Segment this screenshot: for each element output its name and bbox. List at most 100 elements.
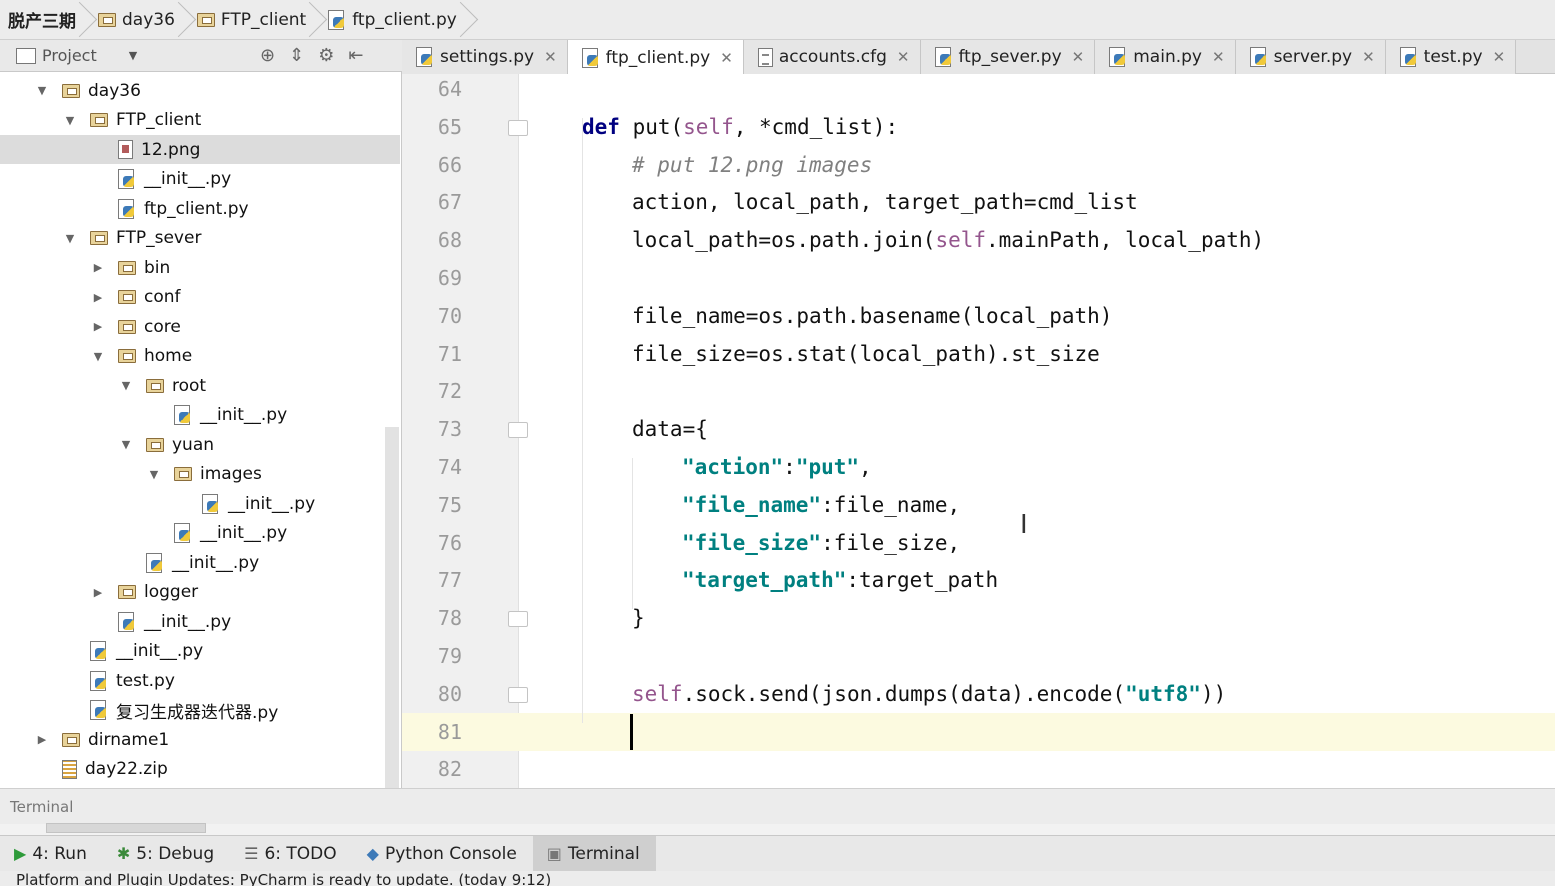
code-line[interactable]: 73 [402, 410, 1555, 448]
tree-node[interactable]: ftp_client.py [90, 194, 249, 223]
editor-tab[interactable]: ftp_sever.py ✕ [920, 40, 1096, 74]
tree-node[interactable]: day22.zip [34, 755, 168, 784]
close-tab-icon[interactable]: ✕ [897, 48, 910, 66]
tree-node[interactable]: __init__.py [146, 401, 287, 430]
code-editor[interactable]: 64 65 def put(self, *cmd_list): 66 # put 12.… [402, 74, 1555, 788]
tree-node-label: __init__.py [200, 405, 288, 425]
collapsed-arrow-icon[interactable]: ▶ [34, 733, 50, 746]
fold-marker-icon[interactable] [508, 422, 528, 439]
tool-window-button[interactable]: ☰ 6: TODO [230, 836, 353, 872]
project-view-selector[interactable]: Project ▼ [0, 46, 160, 65]
project-toolbar: ⊕ ⇕ ⚙ ⇤ [260, 45, 363, 66]
code-line[interactable]: 74 [402, 448, 1555, 486]
breadcrumb-item-ftp-client[interactable]: FTP_client [185, 0, 316, 40]
tree-node-label: __init__.py [172, 552, 260, 573]
close-tab-icon[interactable]: ✕ [1072, 48, 1085, 66]
code-line[interactable]: 76 [402, 524, 1555, 562]
code-line[interactable]: 66 [402, 146, 1555, 184]
tree-node[interactable]: ▼ FTP_client [62, 106, 202, 135]
collapse-all-icon[interactable]: ⇕ [289, 45, 304, 66]
tree-node[interactable]: ▶ core [90, 312, 181, 341]
terminal-scrollbar[interactable] [46, 823, 206, 833]
locate-icon[interactable]: ⊕ [260, 45, 275, 66]
close-tab-icon[interactable]: ✕ [1493, 48, 1506, 66]
dropdown-caret-icon: ▼ [128, 49, 138, 62]
close-tab-icon[interactable]: ✕ [1212, 48, 1225, 66]
tree-scrollbar[interactable] [385, 427, 399, 788]
tree-node[interactable]: ▼ yuan [118, 430, 214, 459]
expanded-arrow-icon[interactable]: ▼ [62, 232, 78, 245]
close-tab-icon[interactable]: ✕ [1362, 48, 1375, 66]
editor-tab[interactable]: server.py ✕ [1235, 40, 1386, 74]
close-tab-icon[interactable]: ✕ [544, 48, 557, 66]
breadcrumb-item-day36[interactable]: day36 [86, 0, 185, 40]
python-file-icon [1249, 47, 1268, 67]
tree-node[interactable]: __init__.py [62, 637, 203, 666]
tab-label: server.py [1273, 47, 1353, 67]
gear-icon[interactable]: ⚙ [318, 45, 334, 66]
tree-node[interactable]: __init__.py [90, 607, 231, 636]
editor-tab[interactable]: ftp_client.py ✕ [567, 40, 744, 75]
tool-window-button[interactable]: ◆ Python Console [353, 836, 533, 872]
code-line[interactable]: 81 [402, 712, 1555, 751]
line-number: 80 [437, 681, 462, 706]
tree-node[interactable]: __init__.py [174, 489, 315, 518]
editor-tab[interactable]: accounts.cfg ✕ [743, 40, 921, 74]
breadcrumb-item-file[interactable]: ftp_client.py [316, 0, 467, 40]
collapsed-arrow-icon[interactable]: ▶ [90, 261, 106, 274]
folder-icon [118, 260, 136, 275]
expanded-arrow-icon[interactable]: ▼ [146, 468, 162, 481]
code-token: :file_name, [821, 492, 961, 517]
status-bar: Platform and Plugin Updates: PyCharm is … [0, 871, 1555, 886]
hide-panel-icon[interactable]: ⇤ [348, 45, 363, 66]
tree-node[interactable]: __init__.py [118, 548, 259, 577]
tree-node[interactable]: test.py [62, 666, 175, 695]
tree-node-label: test.py [116, 670, 175, 691]
tree-node[interactable]: ▶ conf [90, 283, 181, 312]
code-line[interactable]: 72 [402, 372, 1555, 410]
fold-marker-icon[interactable] [508, 686, 528, 703]
tree-node[interactable]: ▶ bin [90, 253, 171, 282]
status-message[interactable]: Platform and Plugin Updates: PyCharm is … [16, 871, 551, 886]
collapsed-arrow-icon[interactable]: ▶ [90, 586, 106, 599]
breadcrumb-item-project[interactable]: 脱产三期 [0, 0, 86, 40]
code-line[interactable]: 75 [402, 486, 1555, 524]
tool-window-button[interactable]: ✱ 5: Debug [103, 836, 230, 872]
tree-node[interactable]: ▼ images [146, 460, 262, 489]
expanded-arrow-icon[interactable]: ▼ [118, 438, 134, 451]
line-number: 78 [437, 606, 462, 631]
tree-node[interactable]: ▶ dirname1 [34, 725, 169, 754]
code-line[interactable]: 69 [402, 259, 1555, 297]
tree-node[interactable]: ▼ root [118, 371, 206, 400]
expanded-arrow-icon[interactable]: ▼ [62, 114, 78, 127]
fold-marker-icon[interactable] [508, 119, 528, 136]
tree-node[interactable]: ▶ logger [90, 578, 198, 607]
tool-window-button[interactable]: ▣ Terminal [532, 835, 656, 872]
editor-tab[interactable]: settings.py ✕ [402, 40, 568, 74]
line-number: 70 [437, 303, 462, 328]
code-line[interactable]: 64 [402, 74, 1555, 108]
tree-node[interactable]: ▼ FTP_sever [62, 224, 202, 253]
editor-tab[interactable]: test.py ✕ [1385, 40, 1517, 74]
editor-tab[interactable]: main.py ✕ [1095, 40, 1236, 74]
code-line[interactable]: 82 [402, 750, 1555, 788]
tree-node[interactable]: ▼ day36 [34, 76, 141, 105]
expanded-arrow-icon[interactable]: ▼ [118, 379, 134, 392]
collapsed-arrow-icon[interactable]: ▶ [90, 320, 106, 333]
tree-node[interactable]: __init__.py [90, 165, 231, 194]
expanded-arrow-icon[interactable]: ▼ [90, 350, 106, 363]
close-tab-icon[interactable]: ✕ [720, 49, 733, 67]
code-line[interactable]: 78 [402, 599, 1555, 637]
tree-node[interactable]: 复习生成器迭代器.py [62, 696, 278, 725]
tree-node[interactable]: __init__.py [146, 519, 287, 548]
breadcrumb-label: 脱产三期 [8, 12, 76, 32]
code-line[interactable]: 65 [402, 108, 1555, 146]
tree-node[interactable]: ▼ home [90, 342, 192, 371]
expanded-arrow-icon[interactable]: ▼ [34, 84, 50, 97]
tool-window-button[interactable]: ▶ 4: Run [0, 836, 103, 872]
collapsed-arrow-icon[interactable]: ▶ [90, 291, 106, 304]
line-number: 66 [437, 152, 462, 177]
code-line[interactable]: 79 [402, 637, 1555, 675]
tree-node[interactable]: 12.png [0, 135, 400, 164]
fold-marker-icon[interactable] [508, 611, 528, 628]
